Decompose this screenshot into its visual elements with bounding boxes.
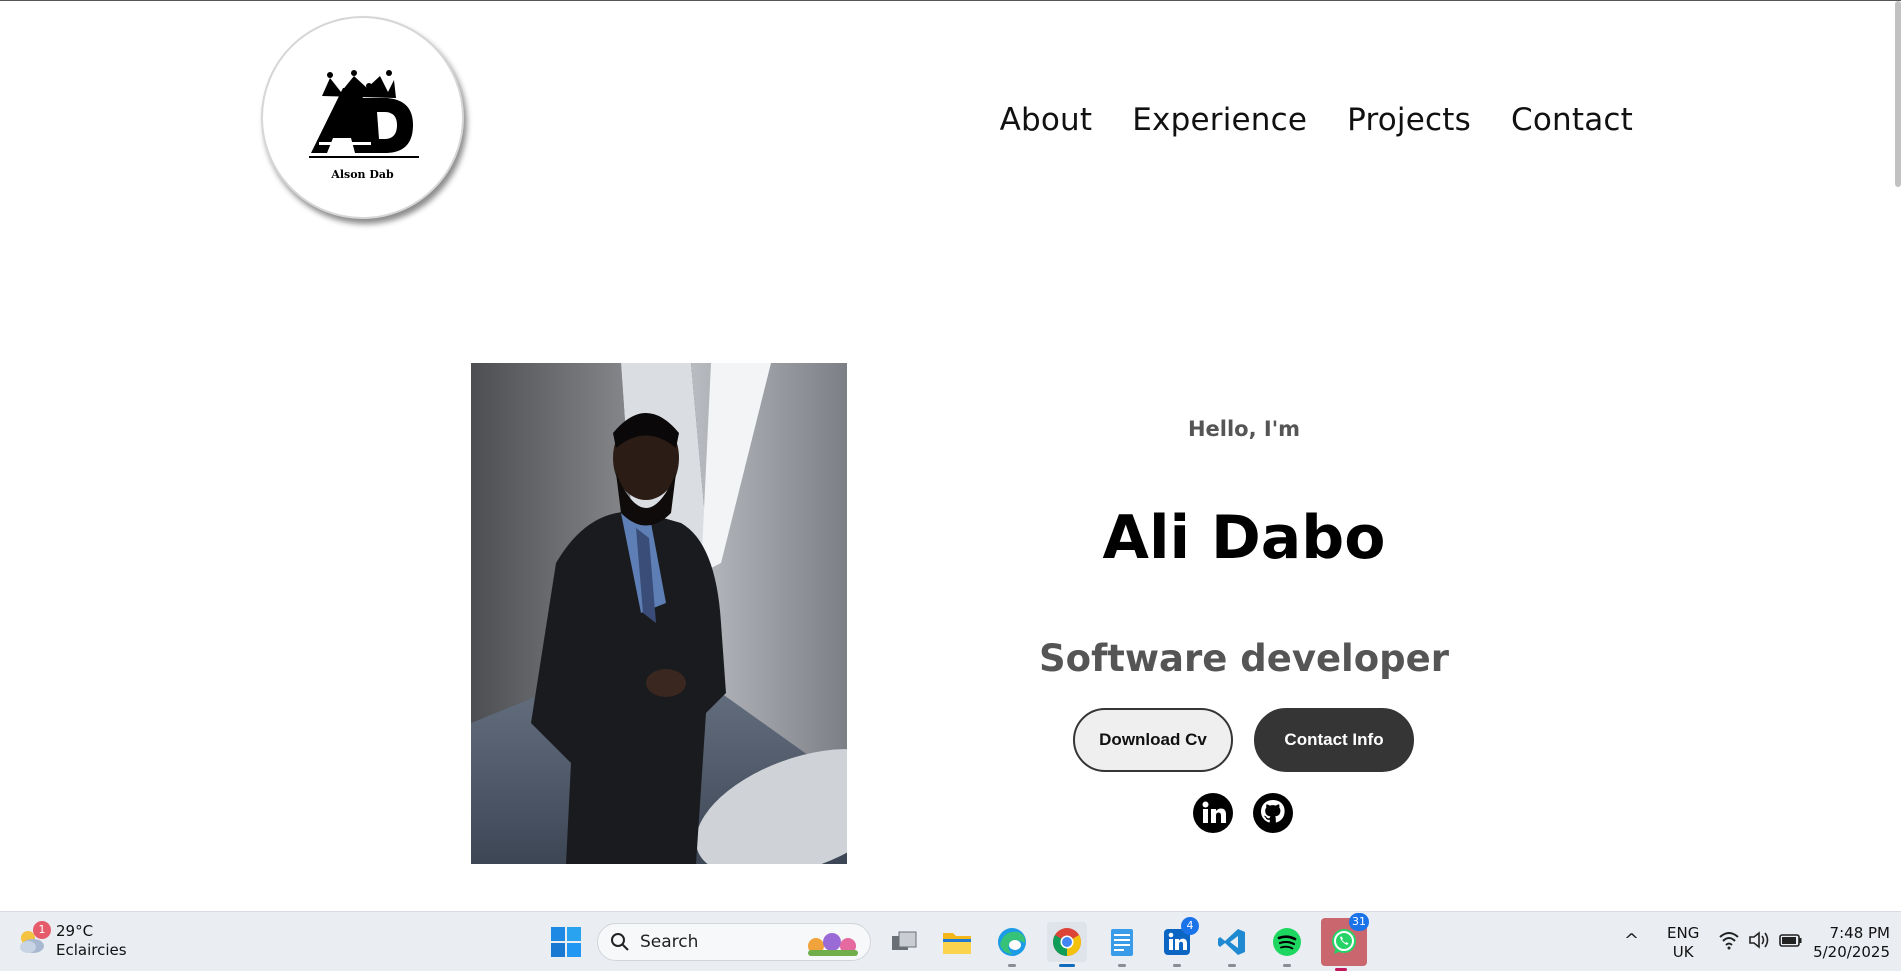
chrome-icon[interactable] [1047, 922, 1087, 967]
weather-badge: 1 [33, 921, 51, 939]
linkedin-app-icon[interactable]: 4 [1157, 917, 1199, 967]
file-explorer-icon[interactable] [937, 922, 977, 962]
battery-icon [1779, 934, 1802, 947]
search-icon [611, 933, 629, 951]
profile-photo [471, 363, 847, 864]
contact-info-button[interactable]: Contact Info [1254, 708, 1414, 772]
search-label: Search [640, 932, 699, 952]
whatsapp-icon[interactable]: 31 [1321, 913, 1369, 971]
search-highlight-art-icon [808, 933, 858, 956]
notepad-icon[interactable] [1102, 922, 1142, 967]
chevron-up-icon[interactable]: ^ [1624, 930, 1639, 951]
page-scrollbar[interactable] [1895, 1, 1901, 187]
linkedin-badge: 4 [1181, 917, 1199, 935]
main-nav: About Experience Projects Contact [1000, 97, 1633, 143]
taskbar-search-box[interactable]: Search [597, 923, 871, 961]
weather-widget[interactable]: 1 29°C Eclaircies [16, 921, 127, 960]
spotify-icon[interactable] [1267, 922, 1307, 967]
language-code: ENG [1667, 924, 1700, 942]
github-icon[interactable] [1252, 792, 1294, 834]
vscode-icon[interactable] [1212, 922, 1252, 967]
nav-link-contact[interactable]: Contact [1511, 97, 1633, 143]
volume-icon [1749, 931, 1769, 949]
nav-link-projects[interactable]: Projects [1347, 97, 1471, 143]
hero-role: Software developer [1039, 637, 1449, 680]
clock-time: 7:48 PM [1829, 924, 1890, 942]
portfolio-page: Alson Dab About Experience Projects Cont… [0, 0, 1901, 911]
logo-crown-ad-mark [309, 70, 419, 158]
language-region: UK [1672, 943, 1694, 961]
nav-link-experience[interactable]: Experience [1132, 97, 1307, 143]
hero-name: Ali Dabo [1102, 503, 1386, 573]
logo-wordmark: Alson Dab [331, 168, 394, 181]
windows-taskbar: 1 29°C Eclaircies Search 4 31 ^ ENG UK 7… [0, 911, 1901, 971]
clock-date: 5/20/2025 [1813, 943, 1890, 961]
nav-link-about[interactable]: About [1000, 97, 1093, 143]
system-tray[interactable] [1718, 930, 1804, 950]
windows-start-icon[interactable] [549, 925, 583, 959]
weather-condition: Eclaircies [56, 941, 127, 959]
weather-temp: 29°C [56, 922, 94, 940]
language-indicator[interactable]: ENG UK [1667, 924, 1699, 962]
system-clock[interactable]: 7:48 PM 5/20/2025 [1812, 924, 1890, 962]
greeting-text: Hello, I'm [1187, 417, 1301, 441]
partly-cloudy-icon: 1 [16, 921, 51, 957]
task-view-icon[interactable] [884, 922, 924, 962]
linkedin-icon[interactable] [1192, 792, 1234, 834]
edge-icon[interactable] [992, 922, 1032, 967]
wifi-icon [1719, 932, 1739, 950]
site-logo[interactable]: Alson Dab [261, 16, 464, 219]
download-cv-button[interactable]: Download Cv [1073, 708, 1233, 772]
whatsapp-badge: 31 [1349, 913, 1369, 931]
